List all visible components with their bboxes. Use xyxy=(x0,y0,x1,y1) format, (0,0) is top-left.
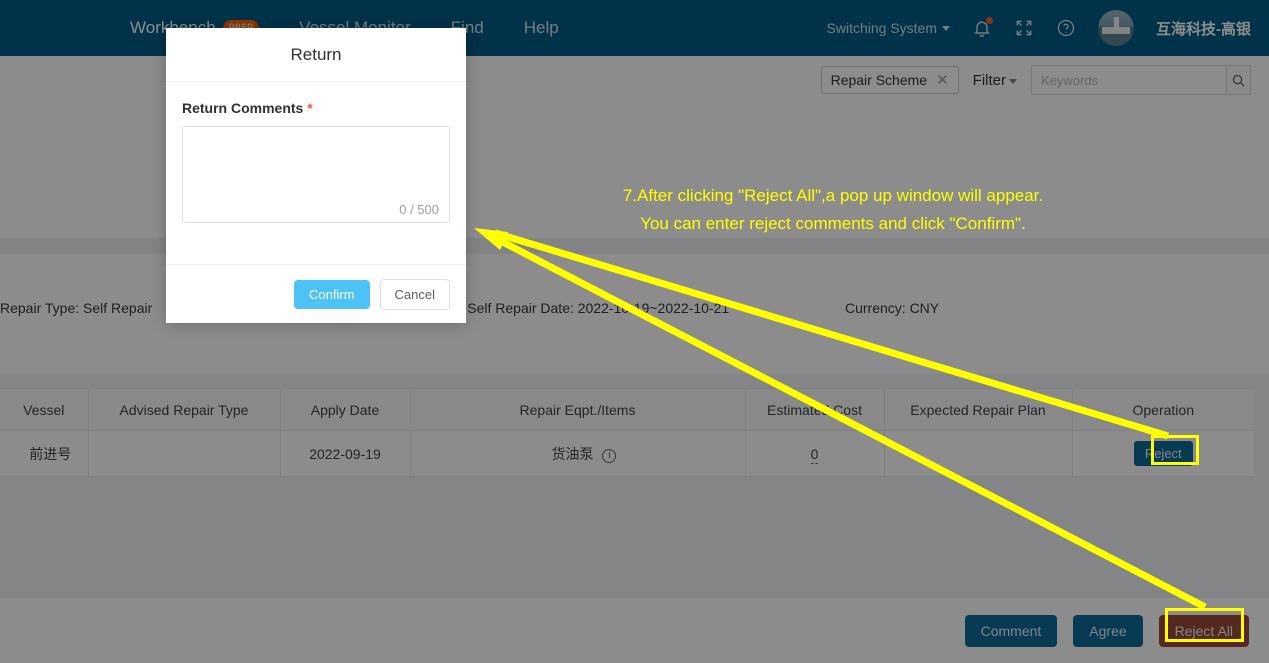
character-counter: 0 / 500 xyxy=(399,202,439,217)
dialog-footer: Confirm Cancel xyxy=(166,264,466,323)
return-comments-label-text: Return Comments xyxy=(182,100,304,116)
dialog-body: Return Comments * 0 / 500 xyxy=(166,82,466,264)
cancel-button[interactable]: Cancel xyxy=(379,278,450,310)
app-root: Workbench 9869 Vessel Monitor Find Help … xyxy=(0,0,1269,663)
return-dialog: Return Return Comments * 0 / 500 Confirm… xyxy=(166,28,466,323)
return-comments-label: Return Comments * xyxy=(182,100,450,116)
confirm-button[interactable]: Confirm xyxy=(294,279,370,309)
dialog-title: Return xyxy=(166,28,466,82)
required-asterisk: * xyxy=(307,100,313,116)
return-comments-field: 0 / 500 xyxy=(182,126,450,223)
